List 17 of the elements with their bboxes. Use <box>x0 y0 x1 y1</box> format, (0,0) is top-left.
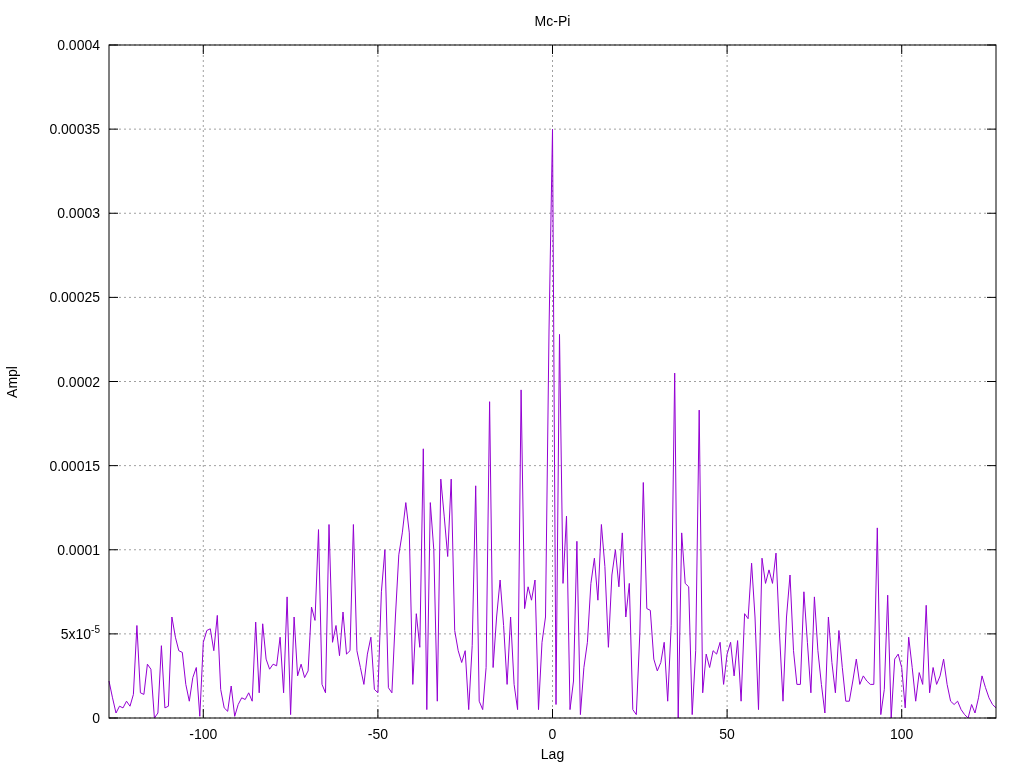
tick-label: 5x10$^{-5}$ <box>60 626 100 641</box>
tick-label: 50 <box>719 727 735 741</box>
tick-label: 0.0001 <box>57 542 100 557</box>
tick-label: 0 <box>548 727 557 741</box>
tick-label: 0.0002 <box>57 374 100 389</box>
tick-label: 100 <box>890 727 914 741</box>
tick-label: -50 <box>367 727 388 741</box>
tick-label: 0.0003 <box>57 206 100 221</box>
tick-label: -100 <box>189 727 218 741</box>
tick-label: 0.00035 <box>49 122 100 137</box>
axis-label: Ampl <box>5 365 19 398</box>
chart-title: Mc-Pi <box>534 14 571 28</box>
tick-label: 0.0004 <box>57 38 100 52</box>
tick-label: 0.00025 <box>49 290 100 305</box>
tick-label: 0.00015 <box>49 458 100 473</box>
tick-label: 0 <box>92 711 100 725</box>
axis-label: Lag <box>540 747 565 761</box>
